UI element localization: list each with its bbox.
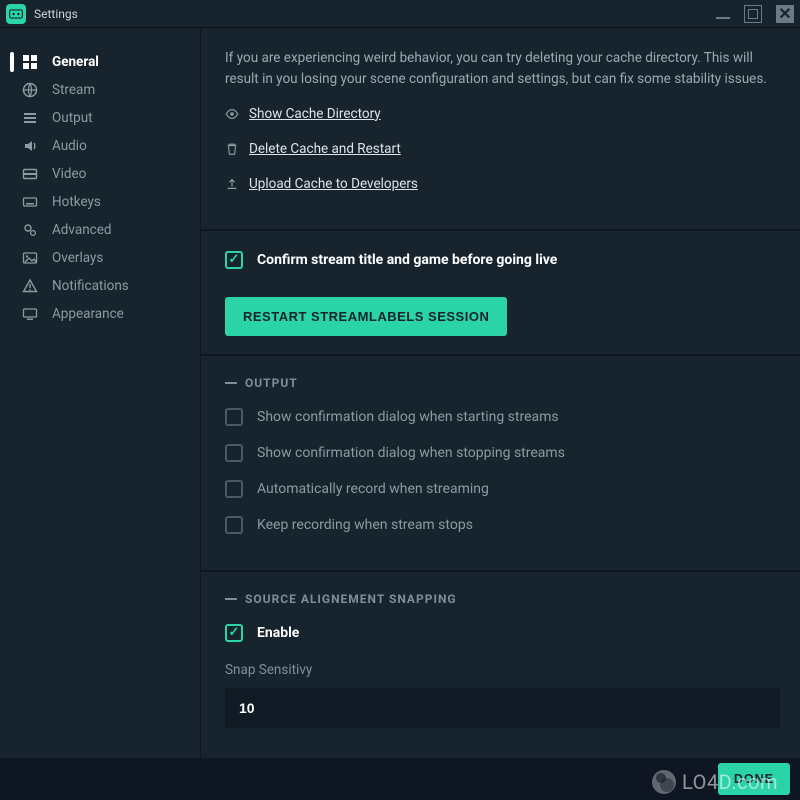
- output-stop-confirm-checkbox[interactable]: [225, 444, 243, 462]
- audio-icon: [22, 138, 38, 154]
- confirm-section: Confirm stream title and game before goi…: [201, 229, 800, 354]
- sidebar-item-label: Output: [52, 110, 93, 126]
- trash-icon: [225, 142, 239, 156]
- sidebar-item-general[interactable]: General: [0, 48, 200, 76]
- cache-pane: If you are experiencing weird behavior, …: [201, 28, 800, 229]
- app-icon: [6, 4, 26, 24]
- sidebar-item-output[interactable]: Output: [0, 104, 200, 132]
- output-start-confirm-checkbox[interactable]: [225, 408, 243, 426]
- snapping-enable-label: Enable: [257, 625, 299, 641]
- show-cache-link[interactable]: Show Cache Directory: [249, 104, 381, 125]
- maximize-button[interactable]: [744, 5, 762, 23]
- confirm-before-live-row: Confirm stream title and game before goi…: [225, 251, 780, 269]
- sidebar-item-label: Hotkeys: [52, 194, 101, 210]
- snapping-section: SOURCE ALIGNEMENT SNAPPING Enable Snap S…: [201, 570, 800, 752]
- sidebar-item-audio[interactable]: Audio: [0, 132, 200, 160]
- show-cache-row: Show Cache Directory: [225, 104, 780, 125]
- close-button[interactable]: ✕: [776, 5, 794, 23]
- snapping-enable-row: Enable: [225, 624, 780, 642]
- output-option-label: Show confirmation dialog when starting s…: [257, 409, 559, 425]
- titlebar: Settings ✕: [0, 0, 800, 28]
- sidebar-item-overlays[interactable]: Overlays: [0, 244, 200, 272]
- image-icon: [22, 250, 38, 266]
- keyboard-icon: [22, 194, 38, 210]
- sidebar-item-label: Stream: [52, 82, 95, 98]
- sidebar-item-label: Video: [52, 166, 86, 182]
- output-option-row: Show confirmation dialog when starting s…: [225, 408, 780, 426]
- cache-info-text: If you are experiencing weird behavior, …: [225, 48, 780, 90]
- grid-icon: [22, 54, 38, 70]
- sidebar-item-label: Notifications: [52, 278, 129, 294]
- minimize-button[interactable]: [716, 17, 730, 19]
- output-option-row: Keep recording when stream stops: [225, 516, 780, 534]
- output-option-label: Show confirmation dialog when stopping s…: [257, 445, 565, 461]
- output-option-label: Keep recording when stream stops: [257, 517, 473, 533]
- shell: General Stream Output Audio Video Hotkey…: [0, 28, 800, 758]
- sidebar-item-appearance[interactable]: Appearance: [0, 300, 200, 328]
- restart-streamlabels-button[interactable]: RESTART STREAMLABELS SESSION: [225, 297, 507, 336]
- upload-cache-link[interactable]: Upload Cache to Developers: [249, 174, 418, 195]
- eye-icon: [225, 107, 239, 121]
- output-option-row: Show confirmation dialog when stopping s…: [225, 444, 780, 462]
- sidebar-item-label: Audio: [52, 138, 87, 154]
- sidebar-item-stream[interactable]: Stream: [0, 76, 200, 104]
- sidebar-item-label: Advanced: [52, 222, 112, 238]
- sidebar-item-label: General: [52, 54, 99, 70]
- snap-sensitivity-label: Snap Sensitivy: [225, 662, 780, 678]
- output-option-label: Automatically record when streaming: [257, 481, 489, 497]
- output-option-row: Automatically record when streaming: [225, 480, 780, 498]
- upload-cache-row: Upload Cache to Developers: [225, 174, 780, 195]
- sidebar-item-hotkeys[interactable]: Hotkeys: [0, 188, 200, 216]
- sidebar-item-notifications[interactable]: Notifications: [0, 272, 200, 300]
- window-title: Settings: [34, 7, 78, 21]
- gears-icon: [22, 222, 38, 238]
- snap-sensitivity-input[interactable]: [225, 688, 780, 728]
- content-area: If you are experiencing weird behavior, …: [200, 28, 800, 758]
- upload-icon: [225, 177, 239, 191]
- done-button[interactable]: DONE: [718, 763, 790, 795]
- output-heading: OUTPUT: [225, 376, 780, 390]
- output-keep-recording-checkbox[interactable]: [225, 516, 243, 534]
- output-auto-record-checkbox[interactable]: [225, 480, 243, 498]
- sidebar-item-label: Overlays: [52, 250, 103, 266]
- sidebar-item-advanced[interactable]: Advanced: [0, 216, 200, 244]
- globe-icon: [652, 770, 676, 794]
- snapping-enable-checkbox[interactable]: [225, 624, 243, 642]
- confirm-before-live-label: Confirm stream title and game before goi…: [257, 252, 557, 268]
- snapping-heading: SOURCE ALIGNEMENT SNAPPING: [225, 592, 780, 606]
- globe-icon: [22, 82, 38, 98]
- alert-icon: [22, 278, 38, 294]
- monitor-icon: [22, 306, 38, 322]
- delete-cache-row: Delete Cache and Restart: [225, 139, 780, 160]
- scroll-pane[interactable]: If you are experiencing weird behavior, …: [201, 28, 800, 758]
- sidebar: General Stream Output Audio Video Hotkey…: [0, 28, 200, 758]
- sidebar-item-video[interactable]: Video: [0, 160, 200, 188]
- list-icon: [22, 110, 38, 126]
- video-icon: [22, 166, 38, 182]
- output-section: OUTPUT Show confirmation dialog when sta…: [201, 354, 800, 570]
- delete-cache-link[interactable]: Delete Cache and Restart: [249, 139, 401, 160]
- window-controls: ✕: [716, 5, 794, 23]
- confirm-before-live-checkbox[interactable]: [225, 251, 243, 269]
- footer: LO4D.com DONE: [0, 758, 800, 800]
- sidebar-item-label: Appearance: [52, 306, 124, 322]
